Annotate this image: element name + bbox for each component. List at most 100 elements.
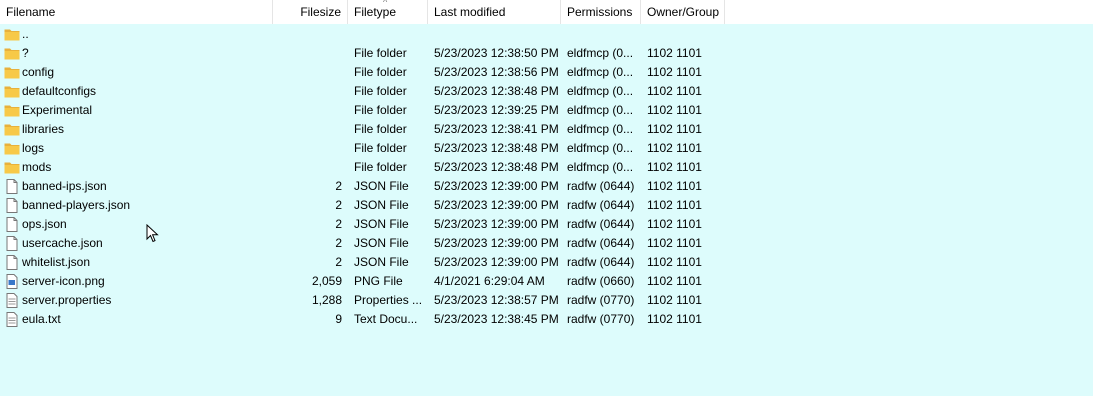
properties-file-icon xyxy=(4,293,20,308)
file-permissions: radfw (0770) xyxy=(567,293,635,307)
file-name: eula.txt xyxy=(22,312,61,326)
file-size xyxy=(276,82,342,101)
list-item[interactable]: whitelist.json 2 JSON File 5/23/2023 12:39:… xyxy=(0,253,1093,272)
list-item[interactable]: ? File folder 5/23/2023 12:38:50 PM eldfmcp… xyxy=(0,44,1093,63)
file-modified: 5/23/2023 12:38:57 PM xyxy=(434,293,558,307)
list-item[interactable]: server-icon.png 2,059 PNG File 4/1/2021 6:2… xyxy=(0,272,1093,291)
file-permissions: eldfmcp (0... xyxy=(567,84,634,98)
list-item[interactable]: logs File folder 5/23/2023 12:38:48 PM eldf… xyxy=(0,139,1093,158)
file-owner-group: 1102 1101 xyxy=(647,312,702,326)
file-size xyxy=(276,139,342,158)
list-item[interactable]: eula.txt 9 Text Docu... 5/23/2023 12:38:45 … xyxy=(0,310,1093,329)
file-size xyxy=(276,158,342,177)
file-modified: 5/23/2023 12:38:50 PM xyxy=(434,46,558,60)
list-item[interactable]: mods File folder 5/23/2023 12:38:48 PM eldf… xyxy=(0,158,1093,177)
filetype-column-header[interactable]: Filetype xyxy=(348,0,428,24)
file-owner-group: 1102 1101 xyxy=(647,160,702,174)
file-type: File folder xyxy=(354,65,407,79)
file-modified: 5/23/2023 12:39:25 PM xyxy=(434,103,558,117)
file-modified: 5/23/2023 12:38:41 PM xyxy=(434,122,558,136)
folder-icon xyxy=(4,46,20,61)
file-icon xyxy=(4,236,20,251)
filesize-column-header[interactable]: Filesize xyxy=(273,0,348,24)
file-list[interactable]: ..? File folder 5/23/2023 12:38:50 PM eldfm… xyxy=(0,24,1093,396)
file-size xyxy=(276,120,342,139)
list-item[interactable]: .. xyxy=(0,25,1093,44)
list-item[interactable]: banned-players.json 2 JSON File 5/23/2023 1… xyxy=(0,196,1093,215)
list-item[interactable]: usercache.json 2 JSON File 5/23/2023 12:39:… xyxy=(0,234,1093,253)
file-name: libraries xyxy=(22,122,65,136)
file-permissions: radfw (0644) xyxy=(567,255,635,269)
folder-icon xyxy=(4,122,20,137)
list-item[interactable]: Experimental File folder 5/23/2023 12:39:2… xyxy=(0,101,1093,120)
file-name: Experimental xyxy=(22,103,93,117)
file-permissions: radfw (0644) xyxy=(567,198,635,212)
file-modified: 5/23/2023 12:39:00 PM xyxy=(434,198,558,212)
file-type: Text Docu... xyxy=(354,312,418,326)
file-type: File folder xyxy=(354,141,407,155)
file-size: 2 xyxy=(335,236,342,250)
file-owner-group: 1102 1101 xyxy=(647,65,702,79)
file-name: config xyxy=(22,65,55,79)
file-modified: 5/23/2023 12:38:45 PM xyxy=(434,312,558,326)
list-item[interactable]: ops.json 2 JSON File 5/23/2023 12:39:00 PM r… xyxy=(0,215,1093,234)
file-owner-group: 1102 1101 xyxy=(647,255,702,269)
list-item[interactable]: banned-ips.json 2 JSON File 5/23/2023 12:39… xyxy=(0,177,1093,196)
list-item[interactable]: server.properties 1,288 Properties ... 5/23… xyxy=(0,291,1093,310)
list-item[interactable]: libraries File folder 5/23/2023 12:38:41 P… xyxy=(0,120,1093,139)
folder-icon xyxy=(4,84,20,99)
file-type: File folder xyxy=(354,160,407,174)
folder-icon xyxy=(4,27,20,42)
file-modified: 5/23/2023 12:38:48 PM xyxy=(434,160,558,174)
file-modified: 5/23/2023 12:38:48 PM xyxy=(434,84,558,98)
list-item[interactable]: config File folder 5/23/2023 12:38:56 PM el… xyxy=(0,63,1093,82)
filename-column-header[interactable]: Filename xyxy=(0,0,273,24)
file-name: mods xyxy=(22,160,52,174)
last-modified-column-header[interactable]: Last modified xyxy=(428,0,561,24)
file-permissions: radfw (0644) xyxy=(567,236,635,250)
file-size xyxy=(276,25,342,44)
file-owner-group: 1102 1101 xyxy=(647,122,702,136)
file-permissions: eldfmcp (0... xyxy=(567,103,634,117)
file-permissions: radfw (0644) xyxy=(567,179,635,193)
file-type: Properties ... xyxy=(354,293,422,307)
permissions-column-header[interactable]: Permissions xyxy=(561,0,641,24)
file-owner-group: 1102 1101 xyxy=(647,84,702,98)
file-size: 1,288 xyxy=(311,293,342,307)
column-header: Filename Filesize Filetype ^ Last modifi… xyxy=(0,0,1093,24)
file-list-view: Filename Filesize Filetype ^ Last modifi… xyxy=(0,0,1093,396)
file-owner-group: 1102 1101 xyxy=(647,179,702,193)
folder-icon xyxy=(4,141,20,156)
file-name: defaultconfigs xyxy=(22,84,97,98)
file-type: File folder xyxy=(354,103,407,117)
file-type xyxy=(354,25,422,44)
file-size: 9 xyxy=(335,312,342,326)
file-type: JSON File xyxy=(354,236,409,250)
file-owner-group xyxy=(647,25,723,44)
file-icon xyxy=(4,198,20,213)
file-modified: 5/23/2023 12:39:00 PM xyxy=(434,255,558,269)
file-modified xyxy=(434,25,558,44)
file-permissions: eldfmcp (0... xyxy=(567,46,634,60)
file-permissions: eldfmcp (0... xyxy=(567,141,634,155)
owner-group-column-header[interactable]: Owner/Group xyxy=(641,0,725,24)
file-type: JSON File xyxy=(354,179,409,193)
sort-ascending-icon: ^ xyxy=(383,0,388,7)
file-permissions: radfw (0660) xyxy=(567,274,635,288)
file-owner-group: 1102 1101 xyxy=(647,293,702,307)
file-owner-group: 1102 1101 xyxy=(647,217,702,231)
file-size: 2 xyxy=(335,179,342,193)
file-name: banned-ips.json xyxy=(22,179,107,193)
file-permissions xyxy=(567,25,637,44)
file-type: PNG File xyxy=(354,274,403,288)
file-name: server-icon.png xyxy=(22,274,105,288)
image-file-icon xyxy=(4,274,20,289)
file-size xyxy=(276,101,342,120)
file-permissions: radfw (0644) xyxy=(567,217,635,231)
file-owner-group: 1102 1101 xyxy=(647,274,702,288)
file-permissions: eldfmcp (0... xyxy=(567,122,634,136)
file-size: 2 xyxy=(335,198,342,212)
folder-icon xyxy=(4,103,20,118)
file-size: 2,059 xyxy=(311,274,342,288)
list-item[interactable]: defaultconfigs File folder 5/23/2023 12:38… xyxy=(0,82,1093,101)
